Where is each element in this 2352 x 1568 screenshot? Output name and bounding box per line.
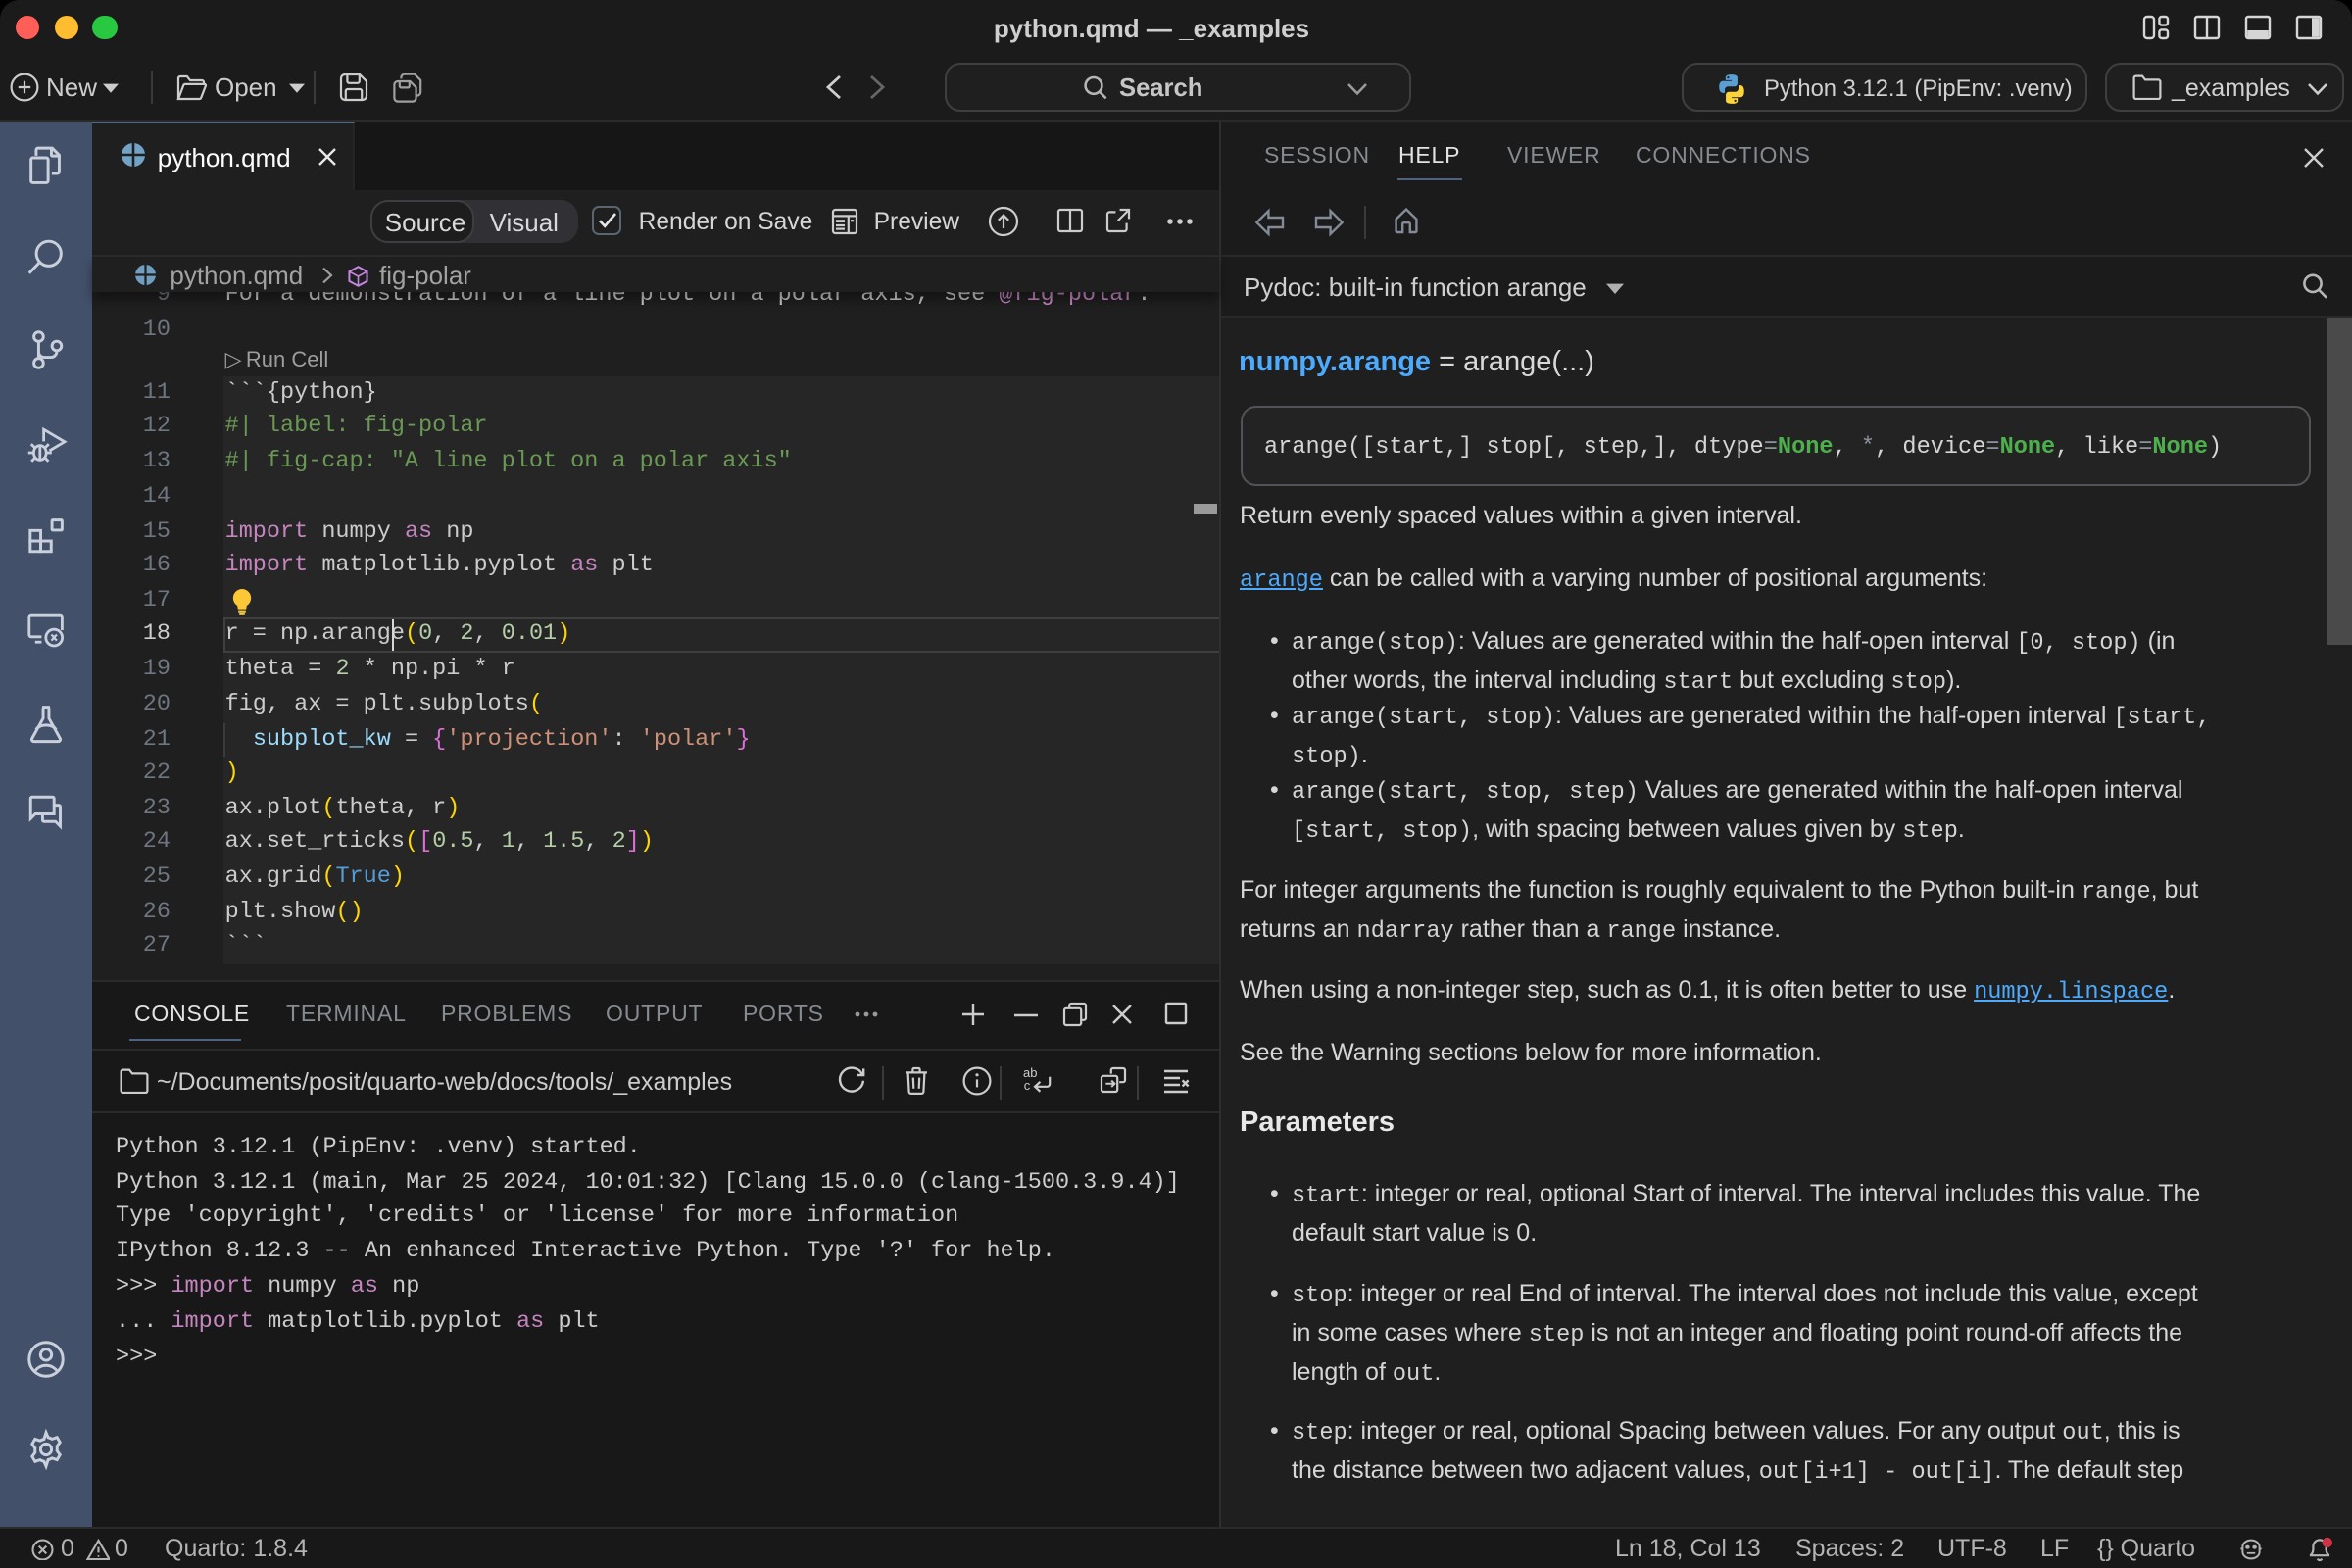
svg-text:c: c	[1024, 1077, 1031, 1092]
